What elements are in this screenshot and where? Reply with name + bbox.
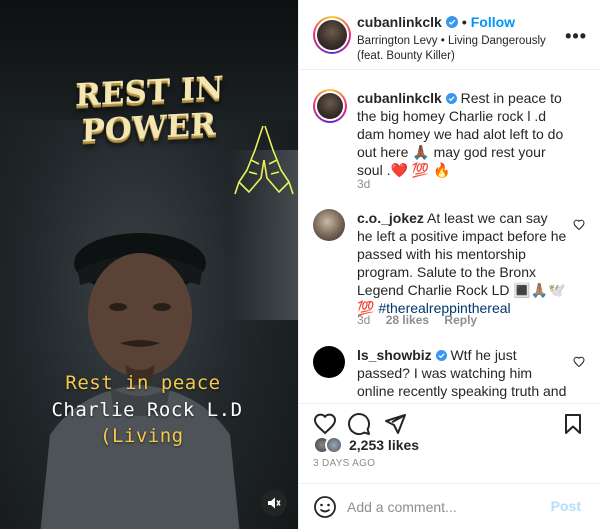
verified-badge-icon: [435, 350, 447, 361]
post-button[interactable]: Post: [551, 498, 581, 514]
likes-count[interactable]: 2,253 likes: [349, 437, 419, 453]
comment-username[interactable]: cubanlinkclk: [357, 90, 442, 106]
emoji-icon[interactable]: [313, 495, 337, 519]
comment-time: 3d: [357, 313, 371, 327]
comment-meta: 3d 28 likes Reply: [357, 313, 489, 327]
overlay-title: REST IN POWER: [74, 70, 224, 150]
post-sidebar: cubanlinkclk • Follow Barrington Levy • …: [298, 0, 600, 529]
heart-icon[interactable]: [573, 356, 585, 368]
comment-likes[interactable]: 28 likes: [386, 313, 429, 327]
post-video[interactable]: REST IN POWER Rest in peace Charlie Rock…: [0, 0, 298, 529]
post-date: 3 DAYS AGO: [313, 458, 376, 469]
add-comment-bar: Post: [299, 483, 600, 529]
comment-meta: 3d: [357, 177, 382, 191]
comment-username[interactable]: ls_showbiz: [357, 347, 432, 363]
praying-hands-icon: [234, 125, 294, 195]
comment-body: ls_showbiz Wtf he just passed? I was wat…: [357, 346, 567, 403]
avatar: [325, 436, 343, 454]
share-icon[interactable]: [383, 412, 407, 436]
more-options-icon[interactable]: •••: [565, 26, 587, 47]
avatar[interactable]: [313, 89, 347, 123]
speaker-muted-icon: [268, 497, 281, 509]
header-user-line: cubanlinkclk • Follow: [357, 14, 515, 30]
separator-dot: •: [461, 14, 467, 30]
mute-button[interactable]: [261, 490, 287, 516]
follow-button[interactable]: Follow: [471, 14, 515, 30]
comment-input[interactable]: [347, 496, 537, 518]
comment-username[interactable]: c.o._jokez: [357, 210, 424, 226]
reply-button[interactable]: Reply: [444, 313, 477, 327]
verified-badge-icon: [445, 93, 457, 104]
comment-body: c.o._jokez At least we can say he left a…: [357, 209, 567, 317]
post-header: cubanlinkclk • Follow Barrington Levy • …: [299, 0, 600, 70]
comment-body: cubanlinkclk Rest in peace to the big ho…: [357, 89, 567, 179]
avatar[interactable]: [313, 346, 345, 378]
action-bar: 2,253 likes 3 DAYS AGO: [299, 403, 600, 483]
caption-line-2: Charlie Rock L.D: [51, 399, 243, 421]
verified-badge-icon: [445, 16, 458, 28]
username-link[interactable]: cubanlinkclk: [357, 14, 442, 30]
heart-icon[interactable]: [313, 412, 337, 436]
caption-line-1: Rest in peace: [65, 372, 221, 394]
caption-line-3: (Living: [100, 425, 184, 447]
bookmark-icon[interactable]: [561, 412, 585, 436]
likes-row[interactable]: 2,253 likes: [313, 436, 419, 454]
comment-icon[interactable]: [347, 412, 371, 436]
comment-time: 3d: [357, 177, 371, 191]
avatar[interactable]: [313, 209, 345, 241]
heart-icon[interactable]: [573, 219, 585, 231]
avatar[interactable]: [313, 16, 351, 54]
liker-avatars: [313, 436, 343, 454]
audio-link[interactable]: Barrington Levy • Living Dangerously (fe…: [357, 34, 557, 64]
comments-list[interactable]: cubanlinkclk Rest in peace to the big ho…: [299, 71, 600, 403]
